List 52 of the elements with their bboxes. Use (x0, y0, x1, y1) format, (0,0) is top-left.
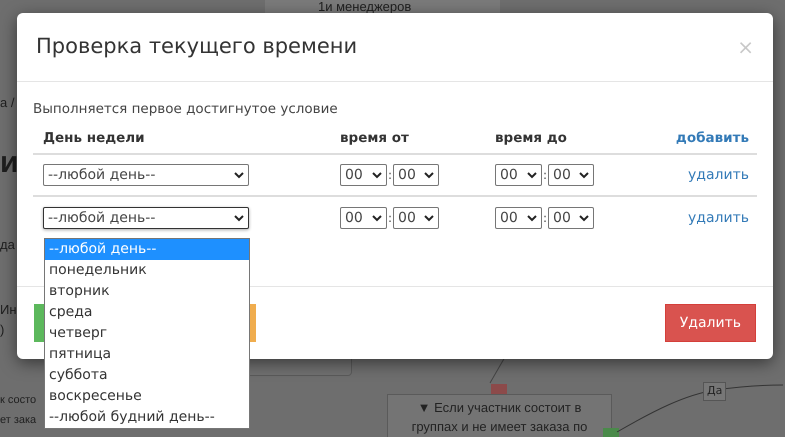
select-field[interactable]: 00 (495, 207, 542, 230)
background-text: и (0, 145, 18, 181)
time-separator: : (543, 167, 548, 184)
background-text: к состо (0, 393, 36, 408)
background-text: да (0, 236, 15, 254)
chevron-icon (424, 172, 434, 179)
dropdown-option[interactable]: пятница (45, 344, 249, 365)
background-text: Ин (0, 301, 17, 319)
dropdown-option[interactable]: четверг (45, 323, 249, 344)
chevron-icon (372, 172, 382, 179)
edge-label: Да (703, 382, 726, 400)
column-header: время от (340, 129, 410, 148)
select-field[interactable]: 00 (548, 207, 594, 230)
background-text: 1и менеджеров (318, 0, 412, 16)
dropdown-option[interactable]: воскресенье (45, 386, 249, 407)
condition-note: Выполняется первое достигнутое условие (33, 100, 339, 119)
delete-link[interactable]: удалить (688, 164, 749, 186)
select-field[interactable]: 00 (340, 207, 387, 230)
select-field[interactable]: 00 (393, 164, 440, 186)
add-link[interactable]: добавить (676, 128, 749, 148)
dropdown-option[interactable]: --любой будний день-- (45, 407, 249, 428)
select-field[interactable]: 00 (495, 164, 542, 186)
time-separator: : (543, 210, 548, 228)
select-field[interactable]: --любой день-- (43, 207, 249, 230)
node-text: ▼ Если участник состоит в группах и не имеет заказа по (410, 399, 588, 436)
select-field[interactable]: 00 (548, 164, 594, 186)
chevron-icon (372, 214, 382, 222)
background-text: ет зака (0, 413, 36, 428)
select-field[interactable]: 00 (340, 164, 387, 186)
chevron-icon (579, 214, 590, 222)
background-text: ) (0, 321, 4, 339)
column-header: День недели (43, 129, 146, 148)
delete-link[interactable]: удалить (688, 208, 749, 229)
dropdown-option[interactable]: понедельник (45, 260, 249, 281)
column-header: время до (495, 129, 568, 148)
dropdown-option[interactable]: суббота (45, 365, 249, 386)
chevron-icon (234, 172, 244, 179)
dropdown-option[interactable]: вторник (45, 281, 249, 302)
chevron-icon (527, 172, 537, 179)
chevron-icon (424, 214, 434, 222)
funnel-icon: ▼ (418, 400, 430, 415)
background-text: а / (0, 94, 14, 112)
select-field[interactable]: 00 (393, 207, 440, 230)
delete-button[interactable]: Удалить (664, 304, 756, 342)
time-separator: : (388, 167, 392, 184)
dropdown-option[interactable]: среда (45, 302, 249, 323)
time-separator: : (388, 210, 392, 228)
modal-title: Проверка текущего времени (36, 33, 358, 60)
select-field[interactable]: --любой день-- (43, 164, 249, 186)
chevron-icon (527, 214, 537, 222)
chevron-icon (579, 172, 590, 179)
chevron-icon (234, 214, 244, 222)
